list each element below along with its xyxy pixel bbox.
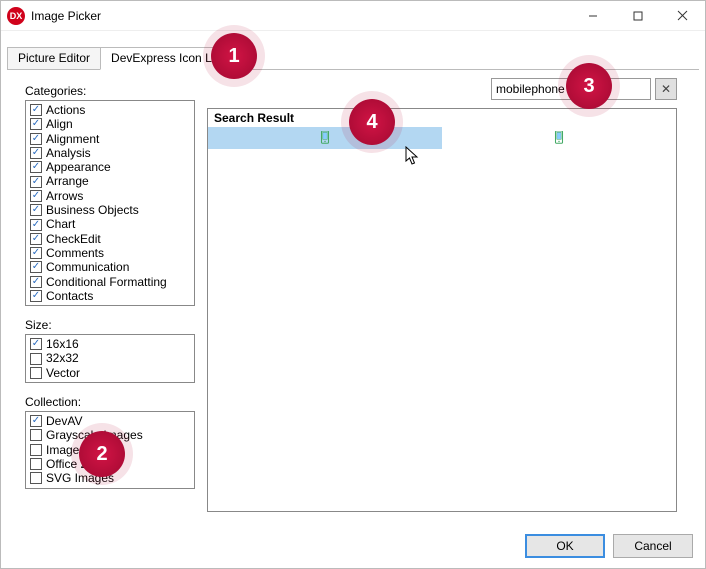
category-item[interactable]: Align [30, 117, 190, 131]
category-item[interactable]: Conditional Formatting [30, 275, 190, 289]
checkbox-icon[interactable] [30, 290, 42, 302]
checkbox-icon[interactable] [30, 204, 42, 216]
results-heading: Search Result [208, 109, 676, 127]
sizes-listbox[interactable]: 16x1632x32Vector [25, 334, 195, 383]
tab-strip: Picture Editor DevExpress Icon Library [1, 47, 705, 69]
minimize-button[interactable] [570, 2, 615, 30]
category-label: Chart [46, 217, 75, 231]
checkbox-icon[interactable] [30, 161, 42, 173]
category-item[interactable]: Analysis [30, 146, 190, 160]
size-label: 32x32 [46, 351, 79, 365]
collection-item[interactable]: Office 2013 [30, 457, 190, 471]
category-item[interactable]: Arrange [30, 174, 190, 188]
category-item[interactable]: Business Objects [30, 203, 190, 217]
checkbox-icon[interactable] [30, 458, 42, 470]
category-item[interactable]: Appearance [30, 160, 190, 174]
tab-panel: Categories: ActionsAlignAlignmentAnalysi… [7, 69, 699, 522]
category-label: CheckEdit [46, 232, 101, 246]
checkbox-icon[interactable] [30, 247, 42, 259]
clear-search-button[interactable]: ✕ [655, 78, 677, 100]
category-label: Arrows [46, 189, 83, 203]
category-item[interactable]: Arrows [30, 189, 190, 203]
tab-picture-editor[interactable]: Picture Editor [7, 47, 101, 70]
category-label: Conditional Formatting [46, 275, 167, 289]
size-label: Vector [46, 366, 80, 380]
category-label: Analysis [46, 146, 91, 160]
checkbox-icon[interactable] [30, 353, 42, 365]
checkbox-icon[interactable] [30, 429, 42, 441]
category-label: Communication [46, 260, 129, 274]
category-label: Appearance [46, 160, 111, 174]
category-item[interactable]: Comments [30, 246, 190, 260]
checkbox-icon[interactable] [30, 176, 42, 188]
window-controls [570, 2, 705, 30]
checkbox-icon[interactable] [30, 118, 42, 130]
collection-item[interactable]: Grayscale Images [30, 428, 190, 442]
size-label: 16x16 [46, 337, 79, 351]
checkbox-icon[interactable] [30, 367, 42, 379]
app-badge-icon: DX [7, 7, 25, 25]
checkbox-icon[interactable] [30, 190, 42, 202]
collection-label: Images [46, 443, 85, 457]
mobilephone-icon [553, 131, 565, 145]
size-item[interactable]: 16x16 [30, 337, 190, 351]
checkbox-icon[interactable] [30, 133, 42, 145]
results-row [208, 127, 676, 149]
checkbox-icon[interactable] [30, 276, 42, 288]
tab-icon-library[interactable]: DevExpress Icon Library [100, 47, 253, 70]
cancel-button[interactable]: Cancel [613, 534, 693, 558]
category-item[interactable]: CheckEdit [30, 232, 190, 246]
size-item[interactable]: 32x32 [30, 351, 190, 365]
checkbox-icon[interactable] [30, 338, 42, 350]
category-item[interactable]: Communication [30, 260, 190, 274]
results-panel: Search Result [207, 108, 677, 512]
category-label: Business Objects [46, 203, 139, 217]
collection-label: DevAV [46, 414, 82, 428]
mobilephone-icon [319, 131, 331, 145]
collection-label: Office 2013 [46, 457, 107, 471]
checkbox-icon[interactable] [30, 415, 42, 427]
category-item[interactable]: Actions [30, 103, 190, 117]
close-button[interactable] [660, 2, 705, 30]
left-panel: Categories: ActionsAlignAlignmentAnalysi… [25, 84, 195, 501]
search-input[interactable] [491, 78, 651, 100]
category-label: Alignment [46, 132, 99, 146]
collection-item[interactable]: DevAV [30, 414, 190, 428]
close-icon: ✕ [661, 82, 671, 96]
checkbox-icon[interactable] [30, 147, 42, 159]
category-item[interactable]: Chart [30, 217, 190, 231]
category-item[interactable]: Contacts [30, 289, 190, 303]
result-item[interactable] [442, 127, 676, 149]
category-label: Contacts [46, 289, 93, 303]
category-label: Align [46, 117, 73, 131]
category-label: Comments [46, 246, 104, 260]
collection-item[interactable]: SVG Images [30, 471, 190, 485]
window-title: Image Picker [31, 9, 570, 23]
search-row: ✕ [491, 78, 677, 100]
checkbox-icon[interactable] [30, 261, 42, 273]
result-item[interactable] [208, 127, 442, 149]
category-label: Actions [46, 103, 85, 117]
dialog-buttons: OK Cancel [525, 534, 693, 558]
collection-label: Collection: [25, 395, 195, 409]
collection-label: Grayscale Images [46, 428, 143, 442]
category-item[interactable]: Alignment [30, 132, 190, 146]
checkbox-icon[interactable] [30, 219, 42, 231]
checkbox-icon[interactable] [30, 472, 42, 484]
collection-label: SVG Images [46, 471, 114, 485]
category-label: Arrange [46, 174, 89, 188]
categories-listbox[interactable]: ActionsAlignAlignmentAnalysisAppearanceA… [25, 100, 195, 306]
checkbox-icon[interactable] [30, 104, 42, 116]
collection-item[interactable]: Images [30, 443, 190, 457]
size-item[interactable]: Vector [30, 366, 190, 380]
maximize-button[interactable] [615, 2, 660, 30]
collections-listbox[interactable]: DevAVGrayscale ImagesImagesOffice 2013SV… [25, 411, 195, 488]
title-bar: DX Image Picker [1, 1, 705, 31]
categories-label: Categories: [25, 84, 195, 98]
right-panel: ✕ Search Result [207, 84, 689, 522]
ok-button[interactable]: OK [525, 534, 605, 558]
checkbox-icon[interactable] [30, 444, 42, 456]
checkbox-icon[interactable] [30, 233, 42, 245]
size-label: Size: [25, 318, 195, 332]
